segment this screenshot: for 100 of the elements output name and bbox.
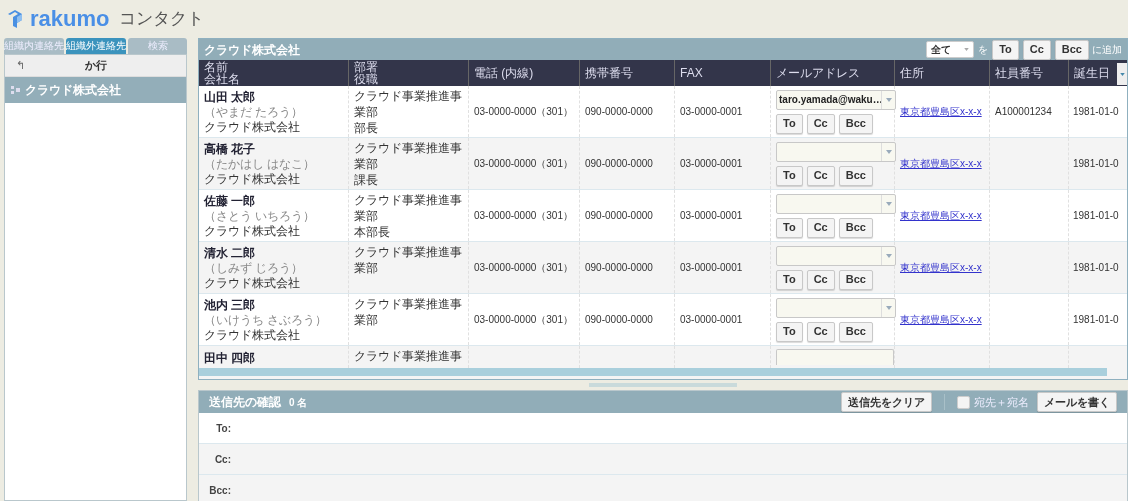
recipient-button[interactable]: Cc [806,321,835,342]
fax-text: 03-0000-0001 [680,313,744,327]
app-title: コンタクト [119,8,205,31]
recipient-button[interactable]: Cc [806,165,835,186]
contact-name: 田中 四郎 [204,350,257,367]
column-header: メールアドレス [776,67,861,79]
department-text: クラウド事業推進事業部 [354,140,463,172]
recipient-button[interactable]: Cc [806,269,835,290]
email-select[interactable]: taro.yamada@waku… [776,89,896,110]
recipient-button[interactable]: Bcc [838,113,873,134]
caret-icon [885,201,892,206]
add-recipient-button[interactable]: To [992,39,1019,60]
address-link[interactable]: 東京都豊島区x-x-x [900,260,984,275]
email-select[interactable] [776,297,896,318]
birthday-text: 1981-01-0 [1073,209,1119,223]
job-title: 部長 [354,120,379,136]
mobile-text: 090-0000-0000 [585,105,654,119]
contact-name: 佐藤 一郎 [204,192,257,209]
name-reading: （やまだ たろう） [204,104,305,120]
email-select[interactable] [776,349,894,365]
column-header: 会社名 [204,73,241,85]
column-menu-button[interactable] [1117,63,1127,85]
column-header: 電話 (内線) [474,67,535,79]
recipient-button[interactable]: Bcc [838,217,873,238]
address-link[interactable]: 東京都豊島区x-x-x [900,312,984,327]
mobile-text: 090-0000-0000 [585,261,654,275]
recipient-button[interactable]: Cc [806,113,835,134]
name-reading: （さとう いちろう） [204,208,317,224]
recipient-button[interactable]: Bcc [838,165,873,186]
grid-icon [11,86,21,94]
caret-icon [885,253,892,258]
phone-text: 03-0000-0000（301） [474,209,574,223]
job-title: 本部長 [354,224,391,240]
email-select[interactable] [776,193,896,214]
column-header: FAX [680,67,704,79]
department-text: クラウド事業推進事業部 [354,192,463,224]
contact-name: 山田 太郎 [204,88,257,105]
recipient-field-label: To: [215,421,231,436]
add-recipient-button[interactable]: Bcc [1054,39,1089,60]
caret-icon [1119,72,1125,76]
column-header: 携帯番号 [585,67,634,79]
mobile-text: 090-0000-0000 [585,157,654,171]
phone-text: 03-0000-0000（301） [474,105,574,119]
recipient-field-label: Cc: [213,452,231,467]
logo-icon [6,9,24,29]
name-reading: （たかはし はなこ） [204,156,317,172]
recipient-button[interactable]: To [776,321,803,342]
recipient-button[interactable]: Bcc [838,269,873,290]
address-link[interactable]: 東京都豊島区x-x-x [900,104,984,119]
recipient-button[interactable]: To [776,113,803,134]
job-title: 課長 [354,172,379,188]
name-reading: （いけうち さぶろう） [204,312,329,328]
logo-text: rakumo [30,8,110,30]
checkbox-label: 宛先＋宛名 [974,394,1029,410]
company-text: クラウド株式会社 [204,275,301,291]
column-header: 名前 [204,61,228,73]
recipient-button[interactable]: Bcc [838,321,873,342]
fax-text: 03-0000-0001 [680,209,744,223]
clear-recipients-button[interactable]: 送信先をクリア [841,392,932,412]
email-select[interactable] [776,245,896,266]
toolbar-text: を [978,43,989,57]
column-header: 部署 [354,61,379,73]
toolbar-text: に追加 [1092,43,1122,57]
splitter-handle[interactable] [589,383,737,387]
department-text: クラウド事業推進事 [354,349,463,364]
recipient-button[interactable]: To [776,165,803,186]
checkbox[interactable] [957,395,970,409]
recipient-field-label: Bcc: [208,483,231,498]
caret-icon [885,149,892,154]
birthday-text: 1981-01-0 [1073,105,1119,119]
panel-title: 送信先の確認 [209,394,281,411]
company-text: クラウド株式会社 [204,171,301,187]
add-recipient-button[interactable]: Cc [1022,39,1051,60]
recipient-button[interactable]: To [776,269,803,290]
employee-number: A100001234 [995,105,1053,119]
address-link[interactable]: 東京都豊島区x-x-x [900,156,984,171]
department-text: クラウド事業推進事業部 [354,88,463,120]
recipient-button[interactable]: To [776,217,803,238]
phone-text: 03-0000-0000（301） [474,261,574,275]
compose-mail-button[interactable]: メールを書く [1037,392,1117,412]
horizontal-scrollbar[interactable] [199,368,1107,376]
birthday-text: 1981-01-0 [1073,261,1119,275]
address-link[interactable]: 東京都豊島区x-x-x [900,208,984,223]
column-header: 住所 [900,67,925,79]
back-arrow[interactable]: ↰ [5,57,35,74]
company-text: クラウド株式会社 [204,223,301,239]
scope-select[interactable]: 全て [926,41,975,58]
birthday-text: 1981-01-0 [1073,157,1119,171]
phone-text: 03-0000-0000（301） [474,157,574,171]
recipient-count: 0 名 [289,395,309,410]
name-reading: （しみず じろう） [204,260,305,276]
company-text: クラウド株式会社 [204,327,301,343]
recipient-button[interactable]: Cc [806,217,835,238]
mobile-text: 090-0000-0000 [585,209,654,223]
mobile-text: 090-0000-0000 [585,313,654,327]
fax-text: 03-0000-0001 [680,261,744,275]
phone-text: 03-0000-0000（301） [474,313,574,327]
panel-title: クラウド株式会社 [204,41,301,59]
email-select[interactable] [776,141,896,162]
caret-icon [885,97,892,102]
